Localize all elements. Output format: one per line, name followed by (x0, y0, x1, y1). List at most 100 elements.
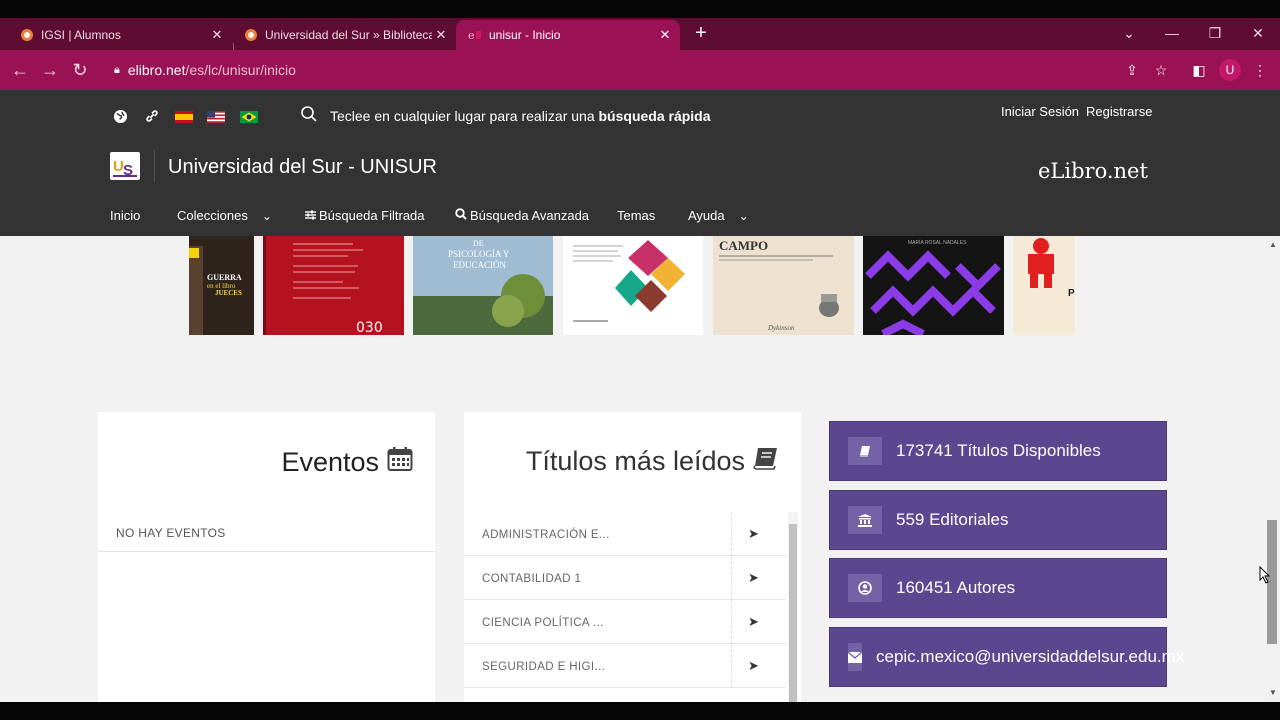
close-icon[interactable]: ✕ (656, 27, 674, 43)
tab-search-icon[interactable]: ⌄ (1117, 22, 1141, 44)
list-scroll-thumb[interactable] (789, 524, 797, 702)
svg-text:Dykinson: Dykinson (767, 324, 795, 332)
svg-text:GUERRA: GUERRA (207, 273, 242, 282)
back-icon[interactable]: ← (8, 58, 32, 82)
stat-email-text[interactable]: cepic.mexico@universidaddelsur.edu.mx (876, 647, 1184, 667)
bottom-edge (0, 702, 1280, 720)
address-toolbar: ← → ↻ 🔒︎ elibro.net/es/lc/unisur/inicio … (0, 50, 1280, 90)
book-cover[interactable]: DE PSICOLOGÍA Y EDUCACIÓN (413, 236, 553, 335)
title-row[interactable]: CIENCIA POLÍTICA ... ➤ (464, 600, 786, 644)
login-link[interactable]: Iniciar Sesión (1001, 104, 1079, 119)
elibro-logo[interactable]: eLibro.net (1038, 159, 1148, 183)
book-cover[interactable]: 030 (263, 236, 404, 335)
favicon-icon (20, 28, 34, 42)
tab-title: Universidad del Sur » Biblioteca Vi (265, 28, 432, 42)
url-path: /es/lc/unisur/inicio (185, 62, 296, 78)
url-host: elibro.net (127, 62, 186, 78)
lock-icon: 🔒︎ (114, 63, 120, 76)
profile-avatar[interactable]: U (1219, 59, 1241, 81)
location-arrow-icon[interactable]: ➤ (748, 570, 759, 586)
svg-text:CAMPO: CAMPO (719, 238, 768, 253)
restore-icon[interactable]: ❐ (1203, 22, 1227, 44)
close-icon[interactable]: ✕ (432, 27, 450, 43)
reload-icon[interactable]: ↻ (68, 58, 92, 82)
minimize-icon[interactable]: — (1160, 22, 1184, 44)
nav-ayuda[interactable]: Ayuda ⌄ (688, 208, 749, 223)
nav-temas[interactable]: Temas (617, 208, 655, 223)
svg-text:e: e (468, 29, 475, 42)
book-cover[interactable] (563, 236, 703, 335)
nav-colecciones[interactable]: Colecciones ⌄ (177, 208, 272, 223)
title-row-label[interactable]: CONTABILIDAD 1 (482, 573, 581, 585)
usa-flag-icon[interactable] (207, 110, 225, 123)
window-close-icon[interactable]: ✕ (1246, 22, 1270, 44)
globe-icon[interactable] (113, 109, 128, 124)
link-icon[interactable] (145, 109, 159, 123)
tab-title: IGSI | Alumnos (41, 28, 121, 42)
nav-busqueda-avanzada[interactable]: Búsqueda Avanzada (455, 208, 589, 223)
scroll-up-icon[interactable]: ▲ (1269, 240, 1277, 249)
tab-igsi[interactable]: IGSI | Alumnos ✕ (0, 20, 232, 50)
top-titles-title: Títulos más leídos (526, 446, 779, 477)
new-tab-button[interactable]: + (690, 22, 712, 44)
search-icon (455, 208, 467, 223)
quick-search-bold: búsqueda rápida (598, 107, 711, 124)
mouse-cursor-icon (1259, 565, 1271, 589)
unisur-logo[interactable]: US (110, 152, 140, 180)
url-bar[interactable]: 🔒︎ elibro.net/es/lc/unisur/inicio (102, 56, 1152, 84)
book-icon (848, 437, 882, 465)
location-arrow-icon[interactable]: ➤ (748, 526, 759, 542)
register-link[interactable]: Registrarse (1086, 104, 1152, 119)
svg-text:DE: DE (473, 239, 484, 248)
tab-title: unisur - Inicio (489, 28, 561, 42)
forward-icon[interactable]: → (38, 58, 62, 82)
book-cover[interactable]: P (1013, 236, 1075, 335)
title-row-label[interactable]: ADMINISTRACIÓN E... (482, 529, 610, 541)
svg-text:EDUCACIÓN: EDUCACIÓN (453, 260, 506, 270)
tab-unisur-inicio[interactable]: e unisur - Inicio ✕ (456, 20, 680, 50)
svg-text:PSICOLOGÍA Y: PSICOLOGÍA Y (448, 249, 510, 259)
menu-icon[interactable]: ⋮ (1249, 59, 1271, 81)
chevron-down-icon: ⌄ (261, 208, 272, 223)
nav-busqueda-filtrada[interactable]: Búsqueda Filtrada (305, 208, 425, 223)
title-row[interactable]: SEGURIDAD E HIGI... ➤ (464, 644, 786, 688)
title-row-label[interactable]: CIENCIA POLÍTICA ... (482, 617, 604, 629)
events-title: Eventos (281, 446, 413, 479)
site-title[interactable]: Universidad del Sur - UNISUR (168, 156, 437, 179)
stat-email[interactable]: cepic.mexico@universidaddelsur.edu.mx (829, 627, 1184, 687)
location-arrow-icon[interactable]: ➤ (748, 614, 759, 630)
star-icon[interactable]: ☆ (1150, 59, 1172, 81)
title-row[interactable]: ADMINISTRACIÓN E... ➤ (464, 512, 786, 556)
browser-tabstrip: IGSI | Alumnos ✕ Universidad del Sur » B… (0, 18, 1280, 59)
title-row[interactable]: CONTABILIDAD 1 ➤ (464, 556, 786, 600)
book-icon (753, 446, 779, 477)
share-icon[interactable]: ⇪ (1121, 59, 1143, 81)
favicon-icon (244, 28, 258, 42)
book-cover[interactable]: CAMPO Dykinson (713, 236, 854, 335)
location-arrow-icon[interactable]: ➤ (748, 658, 759, 674)
title-row-label[interactable]: SEGURIDAD E HIGI... (482, 661, 605, 673)
nav-inicio[interactable]: Inicio (110, 208, 140, 223)
tab-biblioteca[interactable]: Universidad del Sur » Biblioteca Vi ✕ (224, 20, 456, 50)
stat-publishers[interactable]: 559 Editoriales (829, 490, 1167, 550)
divider (98, 551, 435, 552)
stat-titles[interactable]: 173741 Títulos Disponibles (829, 421, 1167, 481)
quick-search-text: Teclee en cualquier lugar para realizar … (330, 107, 599, 124)
search-icon (300, 105, 318, 126)
svg-text:P: P (1068, 288, 1075, 299)
svg-text:030: 030 (356, 320, 383, 335)
svg-text:JUECES: JUECES (215, 289, 242, 297)
institution-icon (848, 506, 882, 534)
quick-search[interactable]: Teclee en cualquier lugar para realizar … (300, 105, 711, 126)
stat-authors[interactable]: 160451 Autores (829, 558, 1167, 618)
brazil-flag-icon[interactable] (240, 110, 258, 123)
spain-flag-icon[interactable] (175, 110, 193, 123)
svg-text:MARÍA ROSAL NADALES: MARÍA ROSAL NADALES (908, 239, 967, 246)
url-text[interactable]: elibro.net/es/lc/unisur/inicio (128, 62, 296, 78)
book-cover[interactable]: GUERRA en el libro JUECES (189, 236, 254, 335)
side-panel-icon[interactable]: ◧ (1188, 59, 1210, 81)
events-card: Eventos NO HAY EVENTOS (98, 412, 435, 702)
events-title-text: Eventos (281, 447, 379, 477)
book-cover[interactable]: MARÍA ROSAL NADALES (863, 236, 1004, 335)
scroll-down-icon[interactable]: ▼ (1269, 688, 1277, 697)
